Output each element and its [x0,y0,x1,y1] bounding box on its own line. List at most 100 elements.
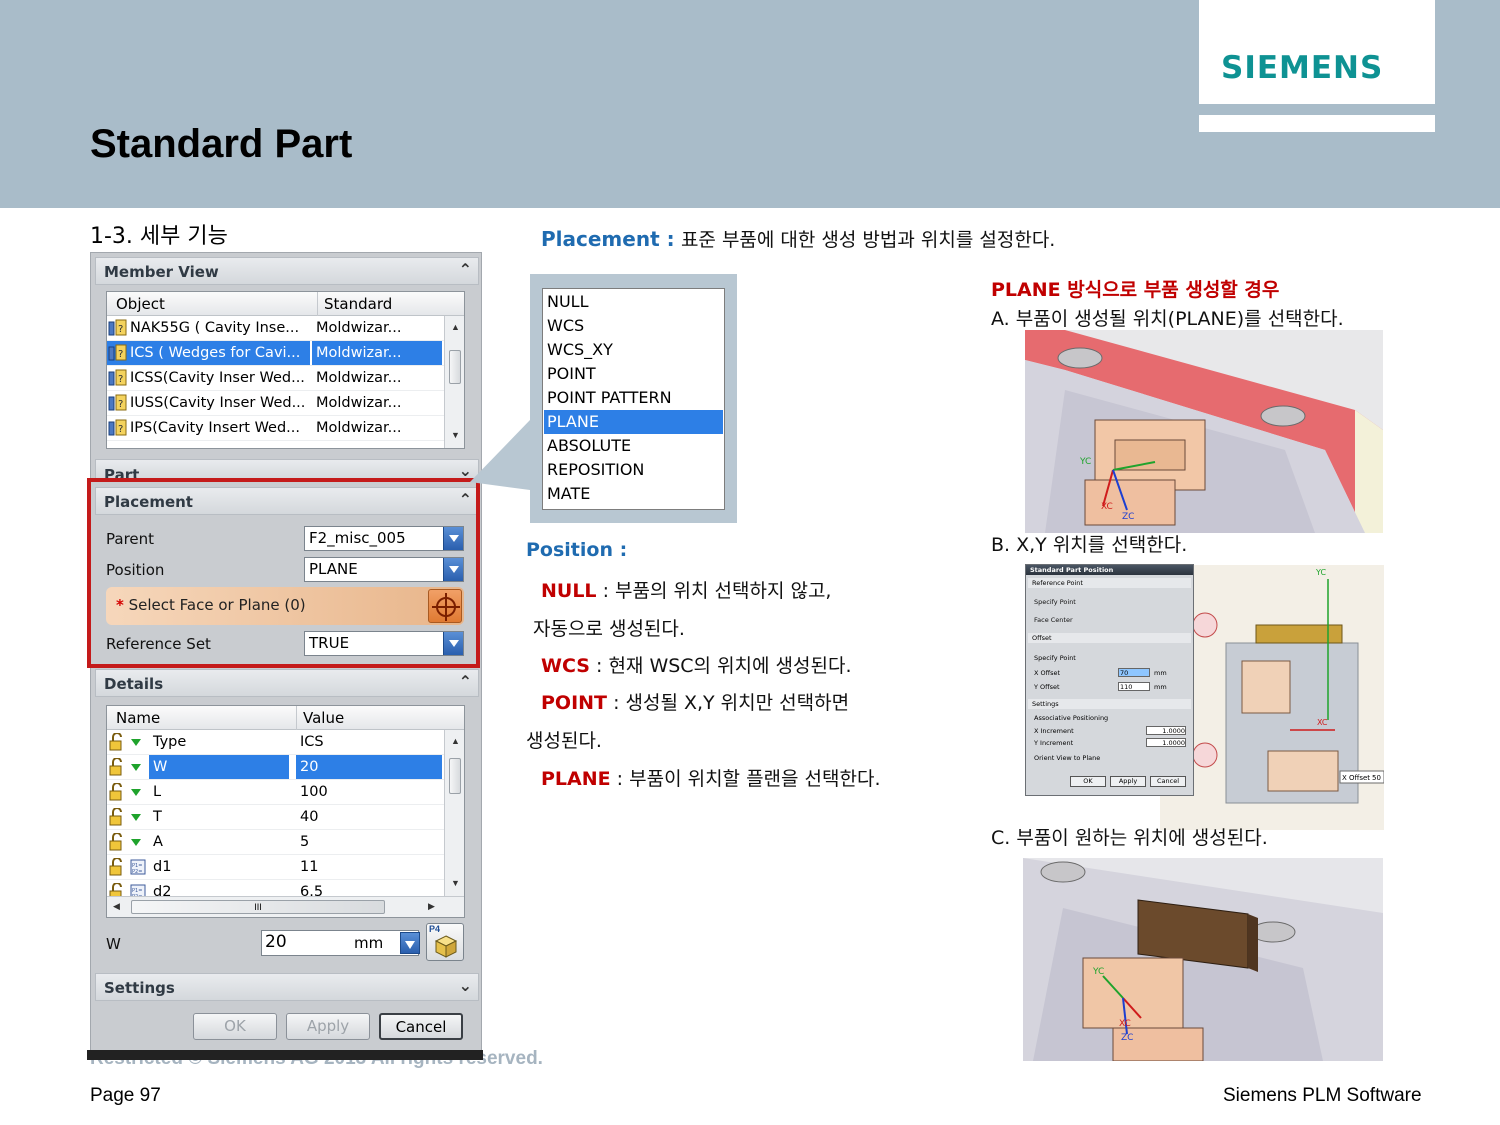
scroll-down-icon[interactable]: ▼ [451,430,460,440]
expression-button[interactable]: P4 [426,923,464,961]
null-text: : 부품의 위치 선택하지 않고, [602,580,832,602]
svg-text:?: ? [118,349,123,360]
lock-icon[interactable] [108,733,128,751]
details-header[interactable]: Details ⌃ [95,669,479,697]
detail-name: L [153,784,162,800]
mini-assoc[interactable]: Associative Positioning [1034,714,1108,722]
details-hscrollbar[interactable]: ◀ III ▶ [107,896,464,917]
detail-row[interactable]: W 20 [107,755,444,780]
lock-icon[interactable] [108,858,128,876]
member-row[interactable]: ? ICS ( Wedges for Cavi... Moldwizar... [107,341,444,366]
position-option[interactable]: WCS [544,314,723,338]
plane-steps-title: PLANE 방식으로 부품 생성할 경우 [991,279,1280,301]
scroll-down-icon[interactable]: ▼ [451,878,460,888]
member-row[interactable]: ? IUSS(Cavity Inser Wed... Moldwizar... [107,391,444,416]
mini-apply-button[interactable]: Apply [1110,776,1146,787]
member-object: ICSS(Cavity Inser Wed... [130,370,305,386]
scroll-thumb[interactable] [449,350,461,384]
apply-button[interactable]: Apply [286,1013,370,1040]
scroll-up-icon[interactable]: ▲ [451,322,460,332]
wcs-desc: WCS : 현재 WSC의 위치에 생성된다. [541,651,852,678]
chevron-down-icon[interactable]: ⌄ [459,976,472,995]
scroll-left-icon[interactable]: ◀ [113,901,120,912]
lock-icon[interactable] [108,758,128,776]
mini-offset[interactable]: Offset [1028,633,1191,643]
member-view-grid: Object Standard ? NAK55G ( Cavity Inse...… [106,291,465,449]
mini-y-inc: Y Increment [1034,739,1074,747]
mini-ok-button[interactable]: OK [1070,776,1106,787]
mini-settings[interactable]: Settings [1028,699,1191,709]
member-standard: Moldwizar... [316,395,402,411]
position-option[interactable]: REPOSITION [544,458,723,482]
detail-value: 11 [300,859,319,875]
mini-cancel-button[interactable]: Cancel [1150,776,1186,787]
member-view-header[interactable]: Member View ⌃ [95,257,479,285]
mini-ref-point[interactable]: Reference Point [1028,578,1191,588]
cad-image-result: YC XC ZC [1023,858,1383,1061]
position-option[interactable]: POINT [544,362,723,386]
details-grid: Name Value Type ICS W 20 L 100 T 40 A 5 P1= P2= d1 11… [106,705,465,918]
plane-label: PLANE [541,768,611,790]
member-row[interactable]: ? IPS(Cavity Insert Wed... Moldwizar... [107,416,444,441]
lock-icon[interactable] [108,783,128,801]
w-unit-dropdown-icon[interactable] [400,932,420,954]
mini-x-inc-input[interactable]: 1.0000 [1146,726,1186,735]
page-title: Standard Part [90,122,353,166]
green-triangle-icon [131,764,141,771]
w-input[interactable]: 20 mm [261,930,420,956]
column-value[interactable]: Value [296,706,344,730]
member-row[interactable]: ? ICSS(Cavity Inser Wed... Moldwizar... [107,366,444,391]
detail-row[interactable]: L 100 [107,780,444,805]
null-text-2: 자동으로 생성된다. [533,618,685,640]
column-name[interactable]: Name [116,709,160,727]
placement-description: Placement : 표준 부품에 대한 생성 방법과 위치를 설정한다. [541,225,1055,252]
scroll-up-icon[interactable]: ▲ [451,736,460,746]
detail-row[interactable]: Type ICS [107,730,444,755]
yc-label: YC [1079,457,1091,467]
lock-icon[interactable] [108,833,128,851]
position-option[interactable]: POINT PATTERN [544,386,723,410]
mini-x-input[interactable]: 70 [1118,668,1150,677]
detail-value: 100 [300,784,328,800]
details-scrollbar[interactable]: ▲ ▼ [444,730,464,896]
scroll-right-icon[interactable]: ▶ [428,901,435,912]
position-option[interactable]: NULL [544,290,723,314]
mini-y-input[interactable]: 110 [1118,682,1150,691]
detail-row[interactable]: A5 [107,830,444,855]
mini-y-inc-input[interactable]: 1.0000 [1146,738,1186,747]
ok-button[interactable]: OK [193,1013,277,1040]
position-option[interactable]: ABSOLUTE [544,434,723,458]
point-desc: POINT : 생성될 X,Y 위치만 선택하면 [541,688,849,715]
detail-value: ICS [300,734,324,750]
chevron-up-icon[interactable]: ⌃ [459,260,472,279]
member-object: ICS ( Wedges for Cavi... [130,345,301,361]
part-icon: ? [108,344,127,361]
mini-x-unit: mm [1154,669,1167,677]
column-object[interactable]: Object [116,295,165,313]
member-view-scrollbar[interactable]: ▲ ▼ [444,316,464,448]
position-option[interactable]: WCS_XY [544,338,723,362]
xc-label: XC [1119,1019,1131,1029]
point-label: POINT [541,692,608,714]
detail-name: T [153,809,162,825]
lock-icon[interactable] [108,808,128,826]
detail-row[interactable]: P1= P2= d1 11 [107,855,444,880]
cancel-button[interactable]: Cancel [379,1013,463,1040]
position-option[interactable]: MATE [544,482,723,506]
member-object: IPS(Cavity Insert Wed... [130,420,301,436]
xc-label: XC [1101,502,1113,512]
detail-row[interactable]: T 40 [107,805,444,830]
company-name: Siemens PLM Software [1223,1085,1422,1106]
scroll-thumb[interactable] [449,758,461,794]
settings-header[interactable]: Settings ⌄ [95,973,479,1001]
null-desc: NULL : 부품의 위치 선택하지 않고, [541,576,831,603]
member-row[interactable]: ? NAK55G ( Cavity Inse... Moldwizar... [107,316,444,341]
column-standard[interactable]: Standard [317,292,392,316]
logo-bar [1199,115,1435,132]
green-triangle-icon [131,789,141,796]
position-option[interactable]: PLANE [544,410,723,434]
page-number: Page 97 [90,1085,161,1106]
hscroll-thumb[interactable]: III [131,900,385,914]
chevron-up-icon[interactable]: ⌃ [459,672,472,691]
mini-dialog-title: Standard Part Position [1026,565,1193,575]
